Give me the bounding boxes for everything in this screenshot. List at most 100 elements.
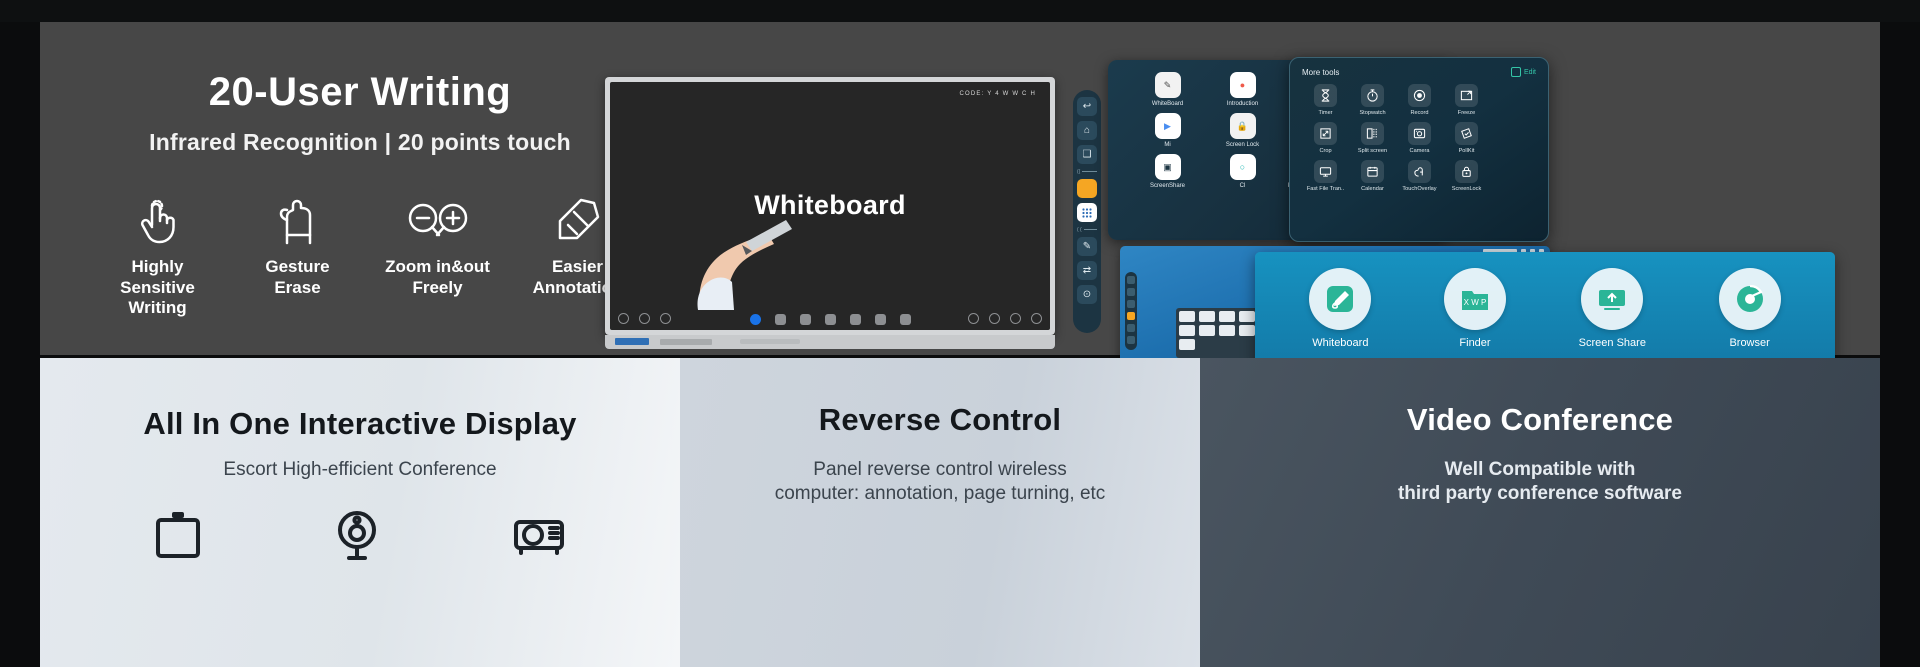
window-icon[interactable] [1127,300,1135,308]
tool-touch-overlay[interactable]: TouchOverlay [1396,160,1443,192]
insert-icon[interactable] [874,314,886,325]
tool-timer[interactable]: Timer [1302,84,1349,116]
close-icon[interactable] [1031,313,1042,324]
edit-button[interactable]: Edit [1510,67,1536,77]
app-screenshare[interactable]: ▣ ScreenShare [1130,154,1205,189]
tool-split-screen[interactable]: Split screen [1349,122,1396,154]
add-page-icon[interactable] [968,313,979,324]
hero-left-content: 20-User Writing Infrared Recognition | 2… [40,22,680,355]
card-title: All In One Interactive Display [143,406,577,441]
tool-label: Stopwatch [1359,110,1386,116]
touch-overlay-icon[interactable] [1408,160,1431,183]
app-screen-lock[interactable]: 🔒 Screen Lock [1205,113,1280,148]
split-screen-icon[interactable] [1361,122,1384,145]
side-toolbar[interactable]: ↩ ⌂ ❑ (( ( ( ✎ ⇄ ⊙ [1073,90,1101,333]
page-dot-icon[interactable] [989,313,1000,324]
select-icon[interactable] [799,314,811,325]
more-icon[interactable]: ⊙ [1077,285,1097,304]
screen-code-label: CODE: Y 4 W W C H [959,91,1036,97]
tool-record[interactable]: Record [1396,84,1443,116]
tools-orange-icon[interactable] [1077,179,1097,198]
browser-icon[interactable] [1718,268,1781,330]
card-subtitle: Panel reverse control wireless computer:… [774,459,1106,504]
tools-icon[interactable] [899,314,911,325]
redo-icon[interactable] [849,314,861,325]
dock-label: Browser [1729,337,1770,349]
multi-window-icon[interactable]: ❑ [1077,145,1097,164]
pencil-icon[interactable] [1127,336,1135,344]
card-icon-row [150,506,570,567]
share-icon[interactable] [1010,313,1021,324]
tool-calendar[interactable]: Calendar [1349,160,1396,192]
lock-icon[interactable]: 🔒 [1229,113,1256,139]
fast-file-transfer-icon[interactable] [1314,160,1337,183]
pen-icon[interactable] [749,314,761,325]
feature-highly-sensitive-writing: Highly Sensitive Writing [95,192,220,319]
app-whiteboard[interactable]: ✎ WhiteBoard [1130,72,1205,107]
tool-label: ScreenLock [1451,186,1482,192]
pollkit-icon[interactable] [1455,122,1478,145]
eraser-icon[interactable] [774,314,786,325]
finder-folder-icon[interactable]: X W P [1444,268,1506,330]
app-mi[interactable]: ▶ Mi [1130,113,1205,148]
app-icon[interactable]: ✎ [1154,72,1181,98]
zoom-in-out-icon [401,192,475,250]
pencil-edit-icon [553,192,603,250]
pencil-icon[interactable]: ✎ [1077,237,1097,256]
whiteboard-pen-icon[interactable] [1309,268,1372,330]
tool-screen-lock[interactable]: ScreenLock [1443,160,1490,192]
tool-stopwatch[interactable]: Stopwatch [1349,84,1396,116]
home-side-toolbar[interactable] [1125,272,1137,350]
app-icon[interactable]: ▣ [1154,154,1181,180]
home-icon[interactable] [1127,288,1135,296]
tool-label: Freeze [1457,110,1476,116]
tool-crop[interactable]: Crop [1302,122,1349,154]
dock-item-whiteboard[interactable]: Whiteboard [1309,268,1372,349]
transfer-icon[interactable]: ⇄ [1077,261,1097,280]
more-tools-panel: More tools Edit Timer Stopwatch Record F… [1289,57,1549,242]
screen-toolbar-right[interactable] [968,313,1042,324]
dock-item-finder[interactable]: X W P Finder [1444,268,1506,349]
hero-subtitle: Infrared Recognition | 20 points touch [149,129,571,155]
edit-icon [1510,67,1521,77]
home-icon[interactable]: ⌂ [1077,121,1097,140]
record-icon[interactable] [1408,84,1431,107]
app-icon[interactable]: ▶ [1154,113,1181,139]
back-icon[interactable]: ↩ [1077,97,1097,116]
more-tools-title: More tools [1302,67,1340,77]
hourglass-icon[interactable] [1314,84,1337,107]
tool-freeze[interactable]: Freeze [1443,84,1490,116]
app-grid-icon[interactable] [1077,203,1097,222]
calendar-icon[interactable] [1361,160,1384,183]
app-icon[interactable]: ● [1229,72,1256,98]
screen-share-icon[interactable] [1581,268,1644,330]
freeze-icon[interactable] [1455,84,1478,107]
app-cl[interactable]: ○ Cl [1205,154,1280,189]
camera-icon[interactable] [1408,122,1431,145]
brightness-slider[interactable]: ( ( [1077,227,1097,233]
app-introduction[interactable]: ● Introduction [1205,72,1280,107]
app-label: Mi [1164,142,1171,148]
tools-orange-icon[interactable] [1127,312,1135,320]
dock-item-browser[interactable]: Browser [1718,268,1781,349]
crop-icon[interactable] [1314,122,1337,145]
display-board-icon [150,506,206,567]
tool-label: Timer [1318,110,1333,116]
undo-icon[interactable] [824,314,836,325]
screen-lock-icon[interactable] [1455,160,1478,183]
dock-item-screen-share[interactable]: Screen Share [1579,268,1646,349]
app-label: Screen Lock [1225,142,1260,148]
stopwatch-icon[interactable] [1361,84,1384,107]
more-tools-grid: Timer Stopwatch Record Freeze Crop Split… [1302,84,1536,198]
dock-overlay: Whiteboard X W P Finder Screen Share Bro… [1255,252,1835,365]
tool-fast-file-transfer[interactable]: Fast File Tran.. [1302,160,1349,192]
volume-slider[interactable]: (( [1077,169,1097,175]
back-icon[interactable] [1127,276,1135,284]
app-icon[interactable]: ○ [1229,154,1256,180]
card-video-conference: Video Conference Well Compatible with th… [1200,358,1880,667]
tool-pollkit[interactable]: PollKit [1443,122,1490,154]
feature-zoom-in-out: Zoom in&out Freely [375,192,500,319]
tool-label: TouchOverlay [1402,186,1437,192]
tool-camera[interactable]: Camera [1396,122,1443,154]
grid-icon[interactable] [1127,324,1135,332]
